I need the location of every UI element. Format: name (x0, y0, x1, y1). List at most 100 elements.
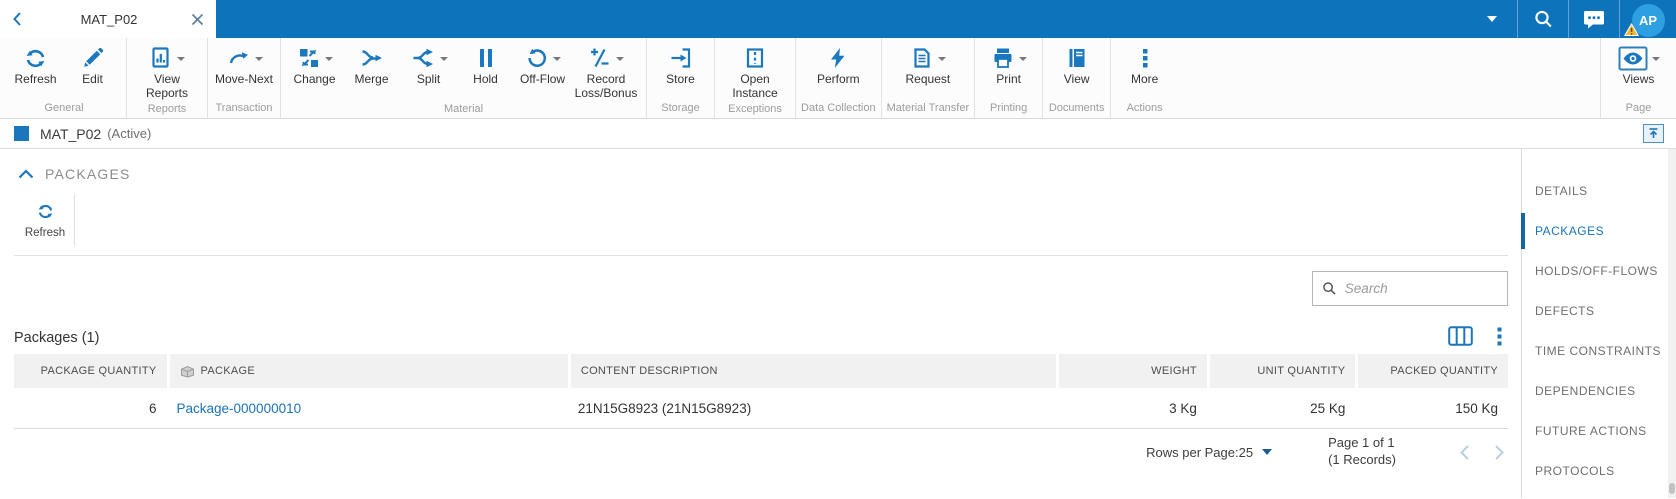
refresh-button[interactable]: Refresh (7, 38, 64, 89)
global-search-button[interactable] (1518, 0, 1568, 38)
chevron-left-icon (1460, 444, 1469, 460)
list-title: Packages (1) (14, 330, 100, 346)
dropdown-caret-icon (439, 57, 448, 61)
button-label: Record Loss/Bonus (574, 72, 638, 100)
tab-zone: MAT_P02 (0, 0, 216, 38)
column-header-package-quantity[interactable]: PACKAGE QUANTITY (14, 354, 167, 388)
ribbon-group-label: Actions (1126, 102, 1163, 114)
store-button[interactable]: Store (652, 38, 709, 89)
page-number-text: Page 1 of 1 (1328, 435, 1395, 451)
cell-packed-quantity: 150 Kg (1355, 388, 1508, 429)
back-button[interactable] (0, 0, 34, 38)
ribbon-group-label: Transaction (215, 102, 273, 114)
list-header: Packages (1) (14, 326, 1508, 346)
edit-icon (83, 47, 103, 67)
cell-package-quantity: 6 (14, 388, 167, 429)
toolbar-separator (74, 194, 75, 246)
sidebar-item-dependencies[interactable]: DEPENDENCIES (1522, 371, 1668, 411)
status-color-square (14, 126, 29, 141)
ribbon-group-storage: Store Storage (647, 38, 716, 118)
perform-icon (831, 48, 845, 68)
chevron-right-icon (1495, 444, 1504, 460)
views-button[interactable]: Views (1610, 38, 1667, 89)
topbar-dropdown-button[interactable] (1467, 0, 1517, 38)
edit-button[interactable]: Edit (64, 38, 121, 89)
open-instance-icon (746, 48, 764, 68)
next-page-button[interactable] (1494, 444, 1506, 461)
messages-button[interactable] (1569, 0, 1619, 38)
more-button[interactable]: More (1116, 38, 1173, 89)
collapse-panel-button[interactable] (1643, 124, 1664, 143)
column-header-packed-quantity[interactable]: PACKED QUANTITY (1355, 354, 1508, 388)
packages-table: PACKAGE QUANTITY PACKAGE CONTENT DESCRIP… (14, 354, 1508, 429)
chevron-down-icon (1487, 16, 1497, 22)
section-refresh-button[interactable]: Refresh (20, 194, 70, 246)
hold-button[interactable]: Hold (457, 38, 514, 89)
split-button[interactable]: Split (400, 38, 457, 89)
search-row (0, 271, 1508, 306)
ribbon-group-material-transfer: Request Material Transfer (882, 38, 976, 118)
documents-icon (1069, 49, 1085, 67)
column-header-package[interactable]: PACKAGE (166, 354, 568, 388)
button-label: View Reports (145, 72, 189, 100)
tab-mat-p02[interactable]: MAT_P02 (34, 0, 216, 38)
previous-page-button[interactable] (1458, 444, 1470, 461)
button-label: Off-Flow (519, 72, 566, 86)
button-label: Perform (816, 72, 860, 86)
dropdown-caret-icon (324, 57, 333, 61)
search-input[interactable] (1344, 281, 1498, 296)
rows-per-page-select[interactable]: Rows per Page:25 (1146, 444, 1273, 460)
sidebar-item-future-actions[interactable]: FUTURE ACTIONS (1522, 411, 1668, 451)
column-header-label: PACKAGE (200, 365, 255, 377)
sidebar-item-packages[interactable]: PACKAGES (1521, 211, 1668, 251)
off-flow-button[interactable]: Off-Flow (514, 38, 571, 89)
tab-close-button[interactable] (184, 6, 210, 32)
button-label: Request (905, 72, 951, 86)
move-next-button[interactable]: Move-Next (213, 38, 275, 89)
avatar-initials: AP (1638, 13, 1658, 28)
cell-weight: 3 Kg (1056, 388, 1207, 429)
section-title: PACKAGES (45, 166, 131, 182)
ribbon-spacer (1178, 38, 1600, 118)
sidebar-item-protocols[interactable]: PROTOCOLS (1522, 451, 1668, 491)
columns-icon (1448, 326, 1473, 346)
collapse-up-icon (1649, 128, 1658, 138)
button-label: Print (996, 72, 1021, 86)
print-button[interactable]: Print (980, 38, 1037, 89)
hold-icon (479, 49, 492, 67)
package-link[interactable]: Package-000000010 (177, 401, 302, 416)
record-loss-bonus-button[interactable]: Record Loss/Bonus (571, 38, 641, 103)
status-bar: MAT_P02 (Active) (0, 119, 1676, 149)
change-icon (299, 49, 318, 67)
perform-button[interactable]: Perform (810, 38, 867, 89)
change-button[interactable]: Change (286, 38, 343, 89)
sidebar-item-details[interactable]: DETAILS (1522, 171, 1668, 211)
list-more-button[interactable] (1497, 327, 1502, 346)
request-button[interactable]: Request (899, 38, 956, 89)
ribbon-group-label: Printing (989, 102, 1028, 114)
cell-content-description: 21N15G8923 (21N15G8923) (567, 388, 1057, 429)
column-chooser-button[interactable] (1448, 326, 1473, 346)
ribbon-group-label: Data Collection (801, 102, 876, 114)
vertical-scrollbar[interactable] (1668, 149, 1676, 498)
merge-button[interactable]: Merge (343, 38, 400, 89)
dropdown-caret-icon (937, 57, 946, 61)
chat-icon (1584, 10, 1604, 28)
column-header-content-description[interactable]: CONTENT DESCRIPTION (567, 354, 1057, 388)
button-label: Edit (82, 72, 103, 86)
sidebar-item-defects[interactable]: DEFECTS (1522, 291, 1668, 331)
open-instance-button[interactable]: Open Instance (720, 38, 790, 103)
view-reports-button[interactable]: View Reports (132, 38, 202, 103)
view-button[interactable]: View (1048, 38, 1105, 89)
kebab-icon (1142, 49, 1148, 68)
column-header-weight[interactable]: WEIGHT (1056, 354, 1207, 388)
chevron-up-icon[interactable] (18, 169, 34, 179)
rows-per-page-text: Rows per Page:25 (1146, 444, 1254, 460)
chevron-left-icon (13, 12, 21, 26)
scrollbar-thumb[interactable] (1669, 483, 1675, 494)
sidebar-item-time-constraints[interactable]: TIME CONSTRAINTS (1522, 331, 1668, 371)
ribbon-group-label: Page (1625, 102, 1652, 114)
column-header-unit-quantity[interactable]: UNIT QUANTITY (1206, 354, 1356, 388)
user-menu[interactable]: AP (1620, 0, 1676, 38)
sidebar-item-holds-off-flows[interactable]: HOLDS/OFF-FLOWS (1522, 251, 1668, 291)
